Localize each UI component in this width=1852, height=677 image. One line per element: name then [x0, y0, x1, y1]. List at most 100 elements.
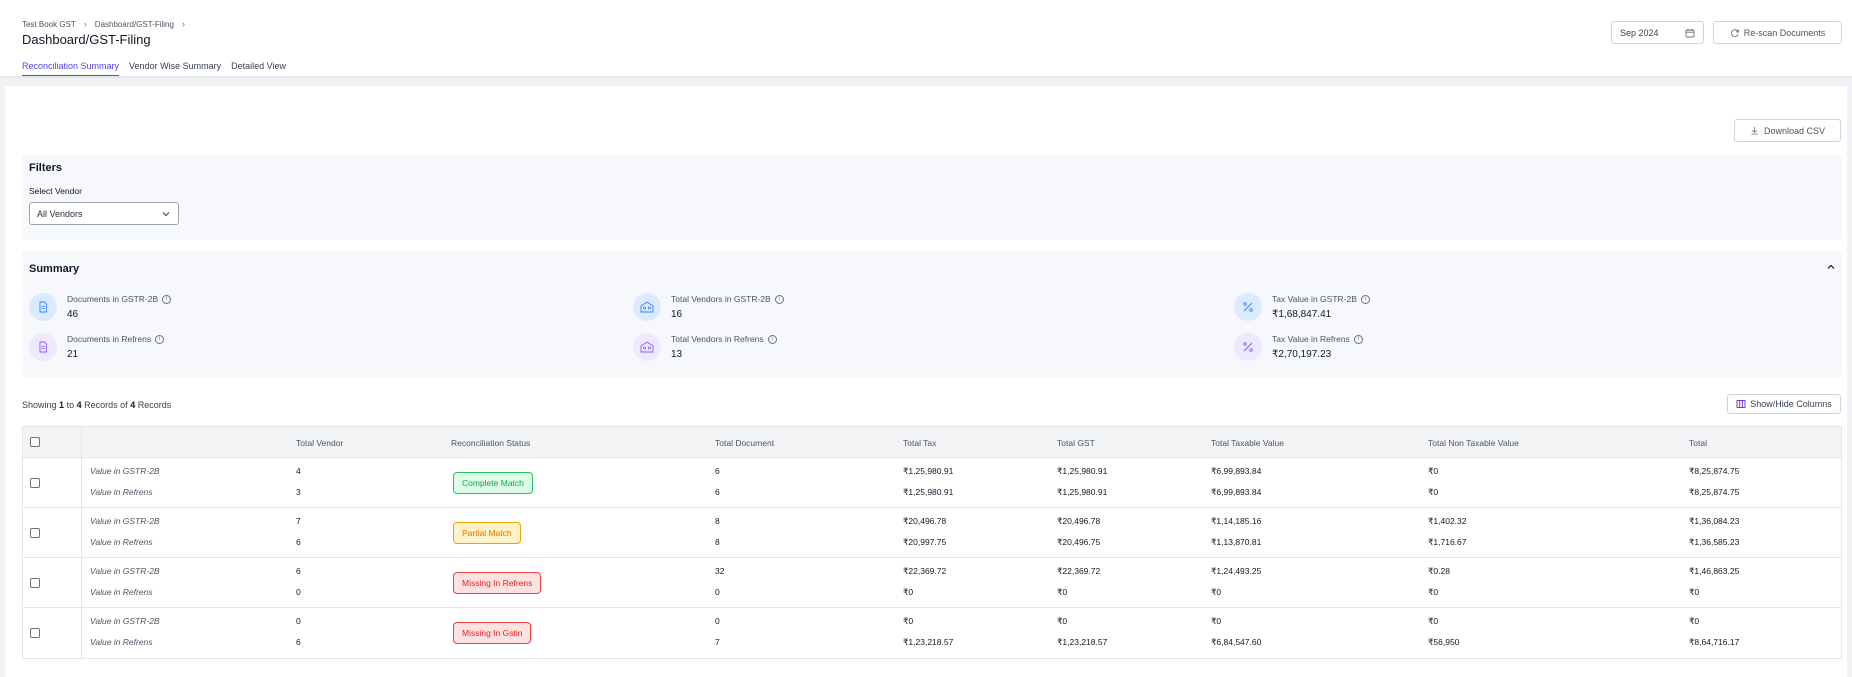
row-checkbox[interactable] — [30, 628, 40, 638]
table-row: Value in GSTR-2B Value in Refrens 4 3 Co… — [23, 458, 1841, 508]
page-title: Dashboard/GST-Filing — [22, 32, 151, 47]
vendor-select[interactable]: All Vendors — [29, 202, 179, 225]
table-header: Total Vendor Reconciliation Status Total… — [23, 427, 1841, 458]
document-cell: 8 — [715, 516, 720, 526]
tax-cell: ₹0 — [903, 587, 914, 597]
vendors-icon — [633, 333, 661, 361]
stat-tax-refrens: Tax Value in Refrens i ₹2,70,197.23 — [1234, 333, 1363, 361]
vendor-cell: 6 — [296, 566, 301, 576]
total-cell: ₹8,64,716.17 — [1689, 637, 1740, 647]
row-line-label: Value in GSTR-2B — [90, 516, 160, 526]
column-header[interactable]: Total — [1689, 438, 1707, 448]
total-cell: ₹1,36,585.23 — [1689, 537, 1740, 547]
column-header[interactable]: Total Non Taxable Value — [1428, 438, 1519, 448]
status-badge: Partial Match — [453, 522, 521, 544]
stat-label: Documents in Refrens — [67, 334, 152, 344]
stat-documents-refrens: Documents in Refrens i 21 — [29, 333, 165, 361]
vendor-label: Select Vendor — [29, 186, 82, 196]
total-cell: ₹8,25,874.75 — [1689, 466, 1740, 476]
refresh-icon — [1730, 28, 1739, 37]
taxable-cell: ₹1,24,493.25 — [1211, 566, 1262, 576]
breadcrumb-item[interactable]: Dashboard/GST-Filing — [95, 20, 174, 29]
column-header[interactable]: Total Vendor — [296, 438, 343, 448]
show-hide-columns-label: Show/Hide Columns — [1750, 399, 1832, 409]
tax-cell: ₹0 — [903, 616, 914, 626]
vendor-cell: 6 — [296, 537, 301, 547]
rescan-documents-button[interactable]: Re-scan Documents — [1713, 21, 1842, 44]
download-csv-button[interactable]: Download CSV — [1734, 119, 1841, 142]
chevron-right-icon: › — [181, 19, 185, 29]
stat-value: 21 — [67, 349, 79, 360]
summary-title: Summary — [29, 263, 80, 275]
total-cell: ₹0 — [1689, 587, 1700, 597]
stat-value: ₹1,68,847.41 — [1272, 309, 1332, 320]
total-cell: ₹1,46,863.25 — [1689, 566, 1740, 576]
column-header[interactable]: Reconciliation Status — [451, 438, 530, 448]
table-row: Value in GSTR-2B Value in Refrens 7 6 Pa… — [23, 508, 1841, 558]
info-icon[interactable]: i — [774, 294, 784, 304]
non-taxable-cell: ₹56,950 — [1428, 637, 1460, 647]
select-all-checkbox[interactable] — [30, 437, 40, 447]
chevron-down-icon — [162, 211, 170, 216]
records-to: 4 — [76, 400, 82, 410]
info-icon[interactable]: i — [1360, 294, 1370, 304]
taxable-cell: ₹1,13,870.81 — [1211, 537, 1262, 547]
column-header[interactable]: Total GST — [1057, 438, 1095, 448]
page-header: Test Book GST › Dashboard/GST-Filing › D… — [0, 0, 1852, 77]
info-icon[interactable]: i — [155, 334, 165, 344]
stat-documents-gstr2b: Documents in GSTR-2B i 46 — [29, 293, 172, 321]
taxable-cell: ₹1,14,185.16 — [1211, 516, 1262, 526]
tab-vendor-wise-summary[interactable]: Vendor Wise Summary — [129, 61, 221, 76]
stat-vendors-refrens: Total Vendors in Refrens i 13 — [633, 333, 777, 361]
records-to-word: to — [66, 400, 75, 410]
taxable-cell: ₹6,99,893.84 — [1211, 487, 1262, 497]
taxable-cell: ₹6,99,893.84 — [1211, 466, 1262, 476]
info-icon[interactable]: i — [1353, 334, 1363, 344]
document-cell: 0 — [715, 616, 720, 626]
column-header[interactable]: Total Tax — [903, 438, 936, 448]
document-icon — [29, 333, 57, 361]
stat-label: Total Vendors in GSTR-2B — [671, 294, 771, 304]
info-icon[interactable]: i — [767, 334, 777, 344]
total-cell: ₹8,25,874.75 — [1689, 487, 1740, 497]
column-header[interactable]: Total Taxable Value — [1211, 438, 1284, 448]
records-total: 4 — [130, 400, 136, 410]
vendor-cell: 4 — [296, 466, 301, 476]
tax-cell: ₹1,23,218.57 — [903, 637, 954, 647]
records-count: Showing 1 to 4 Records of 4 Records — [22, 400, 171, 410]
taxable-cell: ₹0 — [1211, 587, 1222, 597]
document-cell: 8 — [715, 537, 720, 547]
chevron-right-icon: › — [83, 19, 87, 29]
vendor-cell: 3 — [296, 487, 301, 497]
info-icon[interactable]: i — [162, 294, 172, 304]
column-header[interactable]: Total Document — [715, 438, 774, 448]
row-checkbox[interactable] — [30, 478, 40, 488]
non-taxable-cell: ₹1,402.32 — [1428, 516, 1467, 526]
tax-cell: ₹20,997.75 — [903, 537, 947, 547]
tax-cell: ₹20,496.78 — [903, 516, 947, 526]
breadcrumb-item[interactable]: Test Book GST — [22, 20, 76, 29]
non-taxable-cell: ₹0 — [1428, 487, 1439, 497]
status-badge: Complete Match — [453, 472, 533, 494]
document-cell: 7 — [715, 637, 720, 647]
row-checkbox[interactable] — [30, 578, 40, 588]
taxable-cell: ₹0 — [1211, 616, 1222, 626]
tab-detailed-view[interactable]: Detailed View — [231, 61, 286, 76]
gst-cell: ₹1,23,218.57 — [1057, 637, 1108, 647]
period-picker[interactable]: Sep 2024 — [1611, 21, 1704, 44]
stat-label: Documents in GSTR-2B — [67, 294, 159, 304]
gst-cell: ₹1,25,980.91 — [1057, 487, 1108, 497]
document-cell: 6 — [715, 466, 720, 476]
vendor-cell: 6 — [296, 637, 301, 647]
filters-title: Filters — [29, 162, 63, 174]
row-checkbox[interactable] — [30, 528, 40, 538]
stat-value: 46 — [67, 309, 79, 320]
stat-label: Total Vendors in Refrens — [671, 334, 764, 344]
show-hide-columns-button[interactable]: Show/Hide Columns — [1727, 394, 1841, 414]
chevron-up-icon[interactable] — [1826, 262, 1836, 275]
gst-cell: ₹22,369.72 — [1057, 566, 1101, 576]
total-cell: ₹1,36,084.23 — [1689, 516, 1740, 526]
tax-cell: ₹22,369.72 — [903, 566, 947, 576]
tab-reconciliation-summary[interactable]: Reconciliation Summary — [22, 61, 120, 76]
records-from: 1 — [59, 400, 65, 410]
